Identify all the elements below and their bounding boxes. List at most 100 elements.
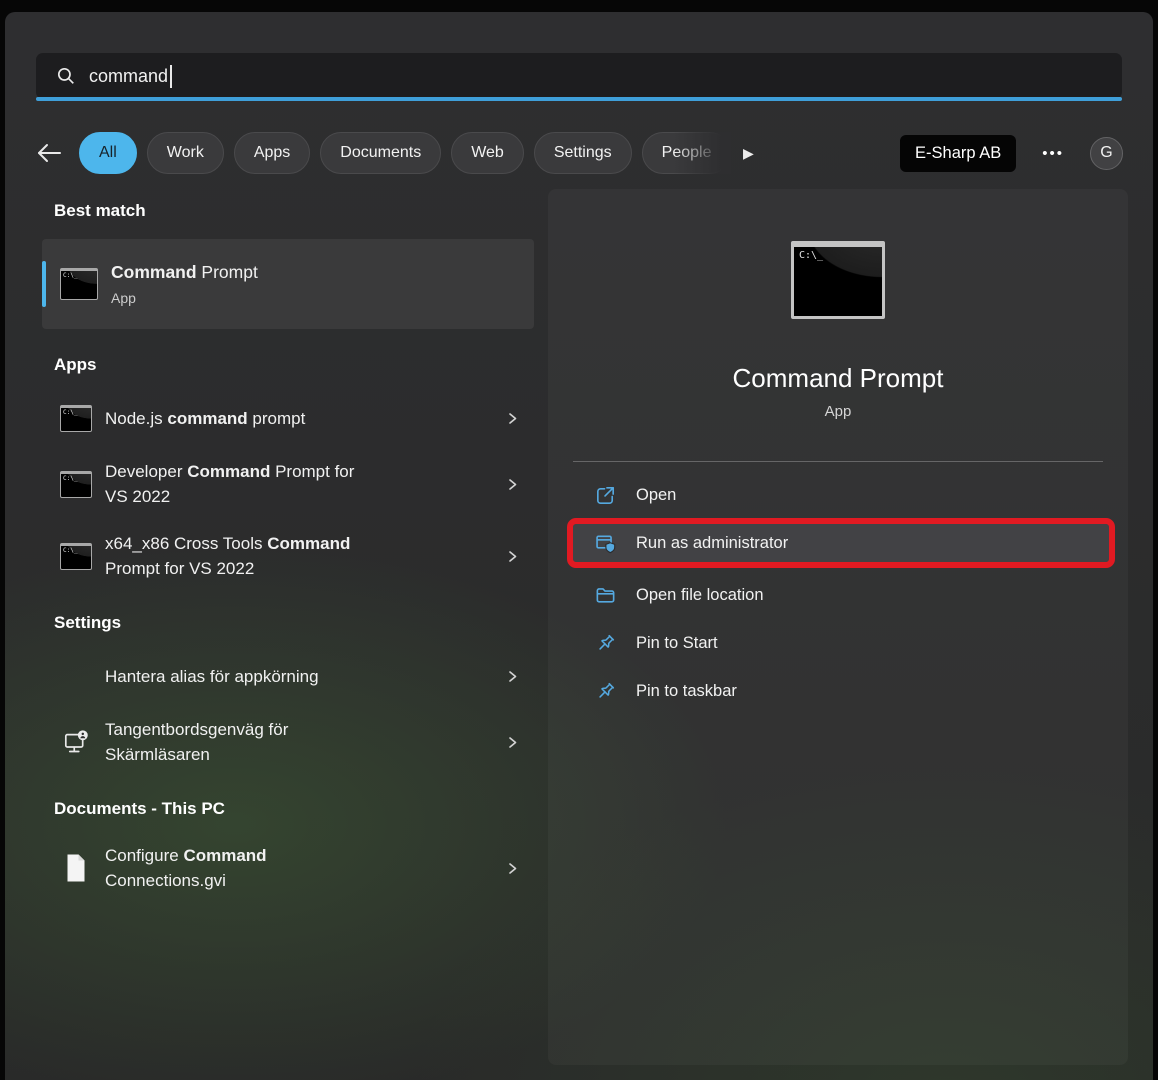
tab-documents[interactable]: Documents: [320, 132, 441, 174]
action-open-file-location[interactable]: Open file location: [573, 576, 1109, 614]
list-item-configure-command-connections[interactable]: Configure Command Connections.gvi: [42, 837, 534, 899]
cmd-icon-text: C:\_: [63, 547, 77, 554]
folder-icon: [594, 584, 617, 607]
search-input[interactable]: command: [36, 53, 1122, 99]
search-flyout: command All Work Apps Documents Web Sett…: [5, 12, 1153, 1080]
avatar-initial: G: [1100, 144, 1112, 162]
preview-app-type: App: [548, 403, 1128, 420]
list-item-nodejs-command-prompt[interactable]: C:\_ Node.js command prompt: [42, 393, 534, 443]
pin-icon: [594, 680, 617, 703]
item-icon-box: C:\_: [60, 403, 92, 433]
results-area: Best match C:\_ Command Prompt App Apps …: [42, 189, 1153, 1069]
action-label: Open: [636, 486, 676, 505]
action-open[interactable]: Open: [573, 476, 1109, 514]
item-label: Hantera alias för appkörning: [105, 664, 377, 689]
list-item-developer-command-prompt[interactable]: C:\_ Developer Command Prompt for VS 202…: [42, 453, 534, 515]
selection-accent-bar: [42, 261, 46, 307]
chevron-right-icon[interactable]: [504, 476, 520, 493]
tab-settings-label: Settings: [554, 144, 612, 162]
label-bold: Command: [187, 462, 270, 481]
list-item-hantera-alias[interactable]: Hantera alias för appkörning: [42, 651, 534, 701]
label-post: Hantera alias för appkörning: [105, 667, 319, 686]
chevron-right-icon[interactable]: [504, 860, 520, 877]
best-match-title-bold: Command: [111, 262, 197, 282]
item-label: Configure Command Connections.gvi: [105, 843, 377, 893]
item-icon-box: [60, 661, 92, 691]
tab-documents-label: Documents: [340, 144, 421, 162]
label-bold: Command: [183, 846, 266, 865]
filter-tabs: All Work Apps Documents Web Settings Peo…: [79, 132, 731, 174]
cmd-icon-text: C:\_: [63, 475, 77, 482]
command-prompt-icon: C:\_: [60, 471, 92, 498]
tab-people[interactable]: People: [642, 132, 731, 174]
best-match-subtitle: App: [111, 290, 258, 306]
cmd-icon-text: C:\_: [63, 409, 77, 416]
chevron-right-icon[interactable]: [504, 410, 520, 427]
tab-settings[interactable]: Settings: [534, 132, 632, 174]
more-options-icon[interactable]: •••: [1042, 145, 1064, 162]
tab-apps[interactable]: Apps: [234, 132, 310, 174]
command-prompt-icon: C:\_: [60, 268, 98, 300]
label-post: prompt: [248, 409, 306, 428]
command-prompt-icon: C:\_: [60, 543, 92, 570]
preview-app-title: Command Prompt: [548, 363, 1128, 394]
tab-all[interactable]: All: [79, 132, 137, 174]
action-label: Open file location: [636, 586, 764, 605]
section-header-apps: Apps: [54, 355, 534, 375]
tabs-overflow-icon[interactable]: ▶: [743, 145, 754, 162]
chevron-right-icon[interactable]: [504, 548, 520, 565]
text-cursor: [170, 65, 172, 88]
tab-work-label: Work: [167, 144, 204, 162]
label-post: Tangentbordsgenväg för Skärmläsaren: [105, 720, 288, 764]
divider: [573, 461, 1103, 462]
org-badge[interactable]: E-Sharp AB: [900, 135, 1016, 172]
cmd-icon-text: C:\_: [799, 250, 823, 261]
tab-web-label: Web: [471, 144, 504, 162]
section-header-best-match: Best match: [54, 201, 534, 221]
label-bold: Command: [267, 534, 350, 553]
preview-pane: C:\_ Command Prompt App O: [548, 189, 1128, 1065]
command-prompt-icon: C:\_: [60, 405, 92, 432]
action-pin-to-start[interactable]: Pin to Start: [573, 624, 1109, 662]
label-pre: x64_x86 Cross Tools: [105, 534, 267, 553]
item-label: Tangentbordsgenväg för Skärmläsaren: [105, 717, 377, 767]
action-pin-to-taskbar[interactable]: Pin to taskbar: [573, 672, 1109, 710]
best-match-title-rest: Prompt: [197, 262, 258, 282]
tab-web[interactable]: Web: [451, 132, 524, 174]
tab-apps-label: Apps: [254, 144, 290, 162]
tab-all-label: All: [99, 144, 117, 162]
filter-bar: All Work Apps Documents Web Settings Peo…: [35, 131, 1123, 175]
item-label: x64_x86 Cross Tools Command Prompt for V…: [105, 531, 377, 581]
cmd-icon-text: C:\_: [63, 272, 77, 279]
tab-work[interactable]: Work: [147, 132, 224, 174]
avatar[interactable]: G: [1090, 137, 1123, 170]
item-icon-box: [60, 727, 92, 757]
label-post: Connections.gvi: [105, 871, 226, 890]
item-label: Node.js command prompt: [105, 406, 377, 431]
action-run-as-administrator[interactable]: Run as administrator: [573, 524, 1109, 562]
open-external-icon: [594, 484, 617, 507]
label-pre: Developer: [105, 462, 187, 481]
label-post: Prompt for VS 2022: [105, 559, 254, 578]
list-item-x64-cross-tools-command-prompt[interactable]: C:\_ x64_x86 Cross Tools Command Prompt …: [42, 525, 534, 587]
best-match-title: Command Prompt: [111, 262, 258, 283]
pin-icon: [594, 632, 617, 655]
tab-people-label: People: [662, 144, 712, 162]
narrator-settings-icon: [63, 729, 90, 756]
screen: command All Work Apps Documents Web Sett…: [0, 0, 1158, 1080]
document-icon: [64, 853, 88, 883]
section-header-documents: Documents - This PC: [54, 799, 534, 819]
chevron-right-icon[interactable]: [504, 734, 520, 751]
run-as-admin-shield-icon: [594, 532, 617, 555]
search-icon: [56, 66, 76, 86]
back-button[interactable]: [35, 142, 63, 164]
account-area: E-Sharp AB ••• G: [900, 135, 1123, 172]
action-label: Pin to Start: [636, 634, 718, 653]
item-icon-box: C:\_: [60, 469, 92, 499]
chevron-right-icon[interactable]: [504, 668, 520, 685]
label-bold: command: [167, 409, 247, 428]
best-match-item[interactable]: C:\_ Command Prompt App: [42, 239, 534, 329]
list-item-tangentbordsgenvag[interactable]: Tangentbordsgenväg för Skärmläsaren: [42, 711, 534, 773]
search-query-text: command: [89, 66, 168, 87]
back-arrow-icon: [35, 142, 63, 164]
